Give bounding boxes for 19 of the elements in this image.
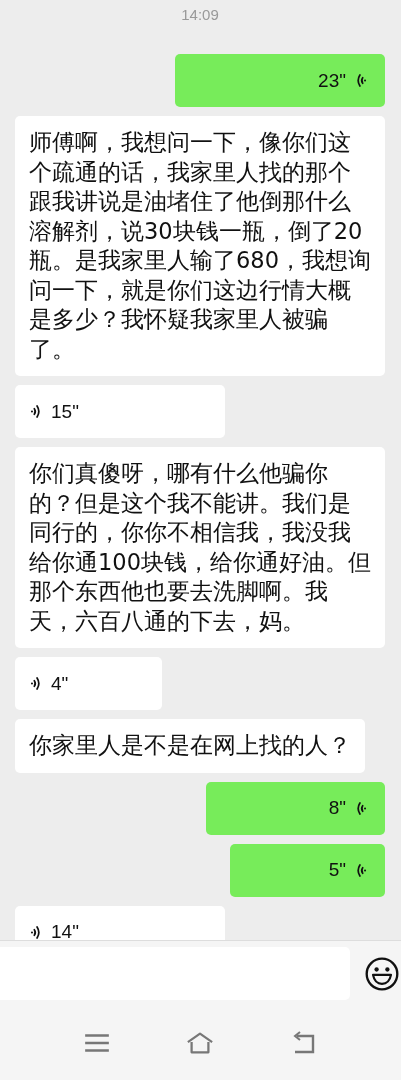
voice-message[interactable]: 8" (206, 781, 385, 835)
menu-icon[interactable] (82, 1031, 111, 1055)
sound-wave-icon (356, 861, 367, 879)
smiley-icon[interactable] (364, 955, 400, 992)
message-bubble: 师傅啊，我想问一下，像你们这个疏通的话，我家里人找的那个跟我讲说是油堵住了他倒那什么溶解剂，说30块钱一瓶，倒了20瓶。是我家里人输了680，我想询问一下，就是你们这边行情大概是多少？我怀疑我家里人被骗了。 (15, 116, 385, 376)
sound-wave-icon (30, 923, 41, 940)
sound-wave-icon (356, 72, 367, 89)
home-icon[interactable] (186, 1031, 215, 1055)
message-bubble: 你们真傻呀，哪有什么他骗你的？但是这个我不能讲。我们是同行的，你你不相信我，我没我给你通100块钱，给你通好油。但那个东西他也要去洗脚啊。我天，六百八通的下去，妈。 (15, 447, 385, 648)
voice-message[interactable]: 14" (15, 905, 225, 940)
timestamp: 14:09 (181, 6, 219, 23)
voice-message[interactable]: 15" (15, 385, 225, 438)
sound-wave-icon (356, 799, 367, 817)
sound-wave-icon (30, 403, 41, 420)
voice-message[interactable]: 23" (175, 54, 385, 107)
sound-wave-icon (30, 675, 41, 692)
voice-message[interactable]: 4" (15, 657, 162, 710)
voice-message[interactable]: 5" (230, 843, 385, 897)
message-bubble: 你家里人是不是在网上找的人？ (15, 719, 365, 773)
